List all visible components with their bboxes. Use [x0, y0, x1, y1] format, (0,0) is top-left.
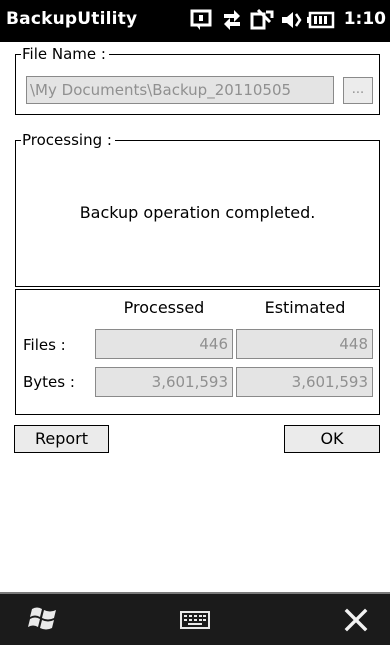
- signal-icon[interactable]: [250, 8, 274, 32]
- windows-start-icon[interactable]: [28, 605, 60, 633]
- clock: 1:10: [343, 9, 386, 29]
- app-title: BackupUtility: [6, 9, 138, 29]
- close-icon[interactable]: [344, 608, 368, 632]
- processing-legend: Processing :: [21, 131, 115, 149]
- file-name-legend: File Name :: [21, 45, 109, 63]
- file-path-field[interactable]: \My Documents\Backup_20110505: [26, 76, 334, 104]
- battery-icon[interactable]: [307, 8, 335, 32]
- files-estimated-field: 448: [236, 329, 373, 359]
- data-connection-icon[interactable]: [220, 8, 244, 32]
- files-label: Files :: [23, 336, 66, 354]
- bytes-label: Bytes :: [23, 373, 75, 391]
- processed-header: Processed: [123, 298, 205, 317]
- ok-button[interactable]: OK: [284, 425, 380, 453]
- volume-icon[interactable]: [280, 8, 302, 32]
- statistics-group: Processed Estimated Files : 446 448 Byte…: [15, 289, 380, 415]
- bytes-estimated-field: 3,601,593: [236, 367, 373, 397]
- bytes-processed-field: 3,601,593: [95, 367, 233, 397]
- taskbar: [0, 594, 390, 645]
- files-processed-field: 446: [95, 329, 233, 359]
- status-message: Backup operation completed.: [79, 203, 316, 222]
- keyboard-icon[interactable]: [180, 610, 210, 630]
- file-name-group: File Name : \My Documents\Backup_2011050…: [15, 45, 380, 115]
- browse-button[interactable]: ...: [343, 77, 373, 104]
- processing-group: Processing : Backup operation completed.: [15, 131, 380, 287]
- report-button[interactable]: Report: [14, 425, 109, 453]
- notification-icon[interactable]: [190, 8, 212, 32]
- estimated-header: Estimated: [264, 298, 346, 317]
- title-bar: BackupUtility 1:10: [0, 0, 390, 42]
